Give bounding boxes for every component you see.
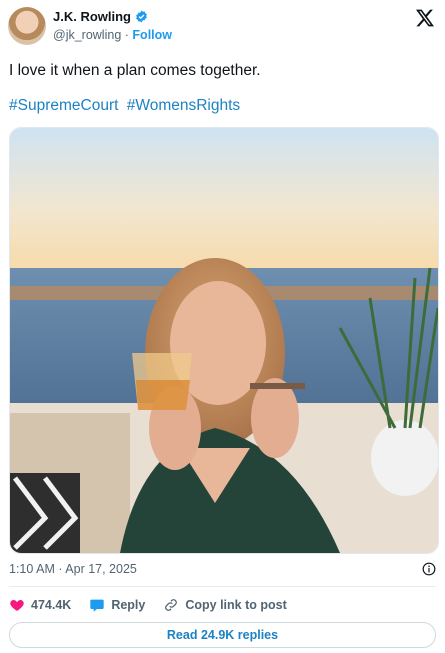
tweet-embed: J.K. Rowling @jk_rowling · Follow I love… bbox=[0, 0, 445, 653]
divider bbox=[9, 586, 436, 587]
patterned-cushion bbox=[10, 473, 80, 553]
x-logo-icon[interactable] bbox=[415, 8, 435, 28]
hashtag-row: #SupremeCourt #WomensRights bbox=[9, 97, 244, 115]
tweet-timestamp[interactable]: 1:10 AM · Apr 17, 2025 bbox=[9, 562, 137, 576]
read-replies-button[interactable]: Read 24.9K replies bbox=[9, 622, 436, 648]
copy-link-label: Copy link to post bbox=[185, 598, 287, 612]
avatar[interactable] bbox=[8, 7, 46, 45]
tweet-text: I love it when a plan comes together. bbox=[9, 62, 261, 79]
whiskey-glass bbox=[132, 353, 192, 410]
author-block: J.K. Rowling @jk_rowling · Follow bbox=[53, 9, 172, 42]
tweet-photo[interactable] bbox=[9, 127, 439, 554]
action-bar: 474.4K Reply Copy link to post bbox=[9, 596, 436, 614]
photo-illustration bbox=[10, 128, 438, 553]
author-handle[interactable]: @jk_rowling bbox=[53, 28, 121, 42]
heart-icon bbox=[10, 600, 24, 611]
reply-button[interactable]: Reply bbox=[89, 597, 145, 613]
author-name[interactable]: J.K. Rowling bbox=[53, 9, 131, 24]
link-icon bbox=[165, 599, 178, 611]
sky bbox=[10, 128, 438, 278]
reply-bubble-icon bbox=[90, 599, 104, 612]
handle-separator: · bbox=[124, 28, 129, 42]
timestamp-row: 1:10 AM · Apr 17, 2025 bbox=[9, 562, 436, 576]
tweet-header: J.K. Rowling @jk_rowling · Follow bbox=[8, 6, 437, 46]
info-icon[interactable] bbox=[422, 562, 436, 576]
reply-label: Reply bbox=[111, 598, 146, 612]
copy-link-button[interactable]: Copy link to post bbox=[163, 597, 287, 613]
like-count: 474.4K bbox=[31, 598, 72, 612]
hashtag-supreme-court[interactable]: #SupremeCourt bbox=[9, 97, 118, 114]
author-name-row: J.K. Rowling bbox=[53, 9, 172, 24]
hashtag-womens-rights[interactable]: #WomensRights bbox=[127, 97, 240, 114]
handle-row: @jk_rowling · Follow bbox=[53, 28, 172, 42]
like-button[interactable]: 474.4K bbox=[9, 597, 71, 613]
verified-badge-icon bbox=[136, 10, 147, 23]
follow-button[interactable]: Follow bbox=[132, 28, 172, 42]
